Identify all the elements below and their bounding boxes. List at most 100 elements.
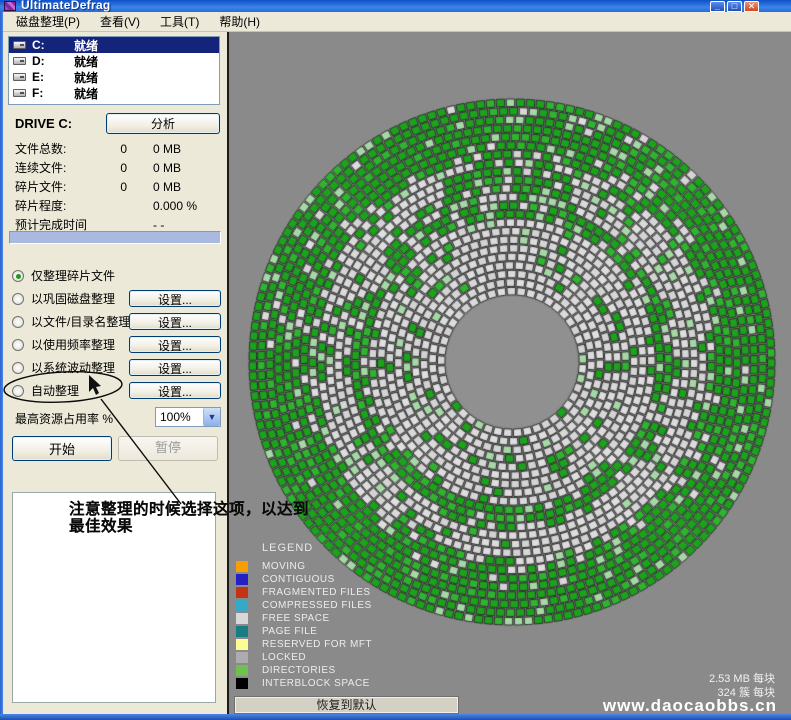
legend-label: LOCKED: [262, 652, 306, 663]
legend-swatch: [236, 626, 248, 637]
legend-row: MOVING: [236, 560, 456, 573]
menu-bar: 磁盘整理(P)查看(V)工具(T)帮助(H): [0, 12, 791, 32]
legend-swatch: [236, 574, 248, 585]
annotation-line2: 最佳效果: [69, 518, 369, 535]
drive-icon: [13, 57, 26, 65]
drive-status: 就绪: [74, 85, 98, 102]
chevron-down-icon[interactable]: ▼: [203, 408, 220, 426]
stat-row: 碎片程度:0.000 %: [15, 196, 221, 215]
legend-swatch: [236, 561, 248, 572]
legend-swatch: [236, 613, 248, 624]
settings-button-1[interactable]: 设置...: [129, 290, 221, 307]
drive-name: F:: [32, 86, 74, 100]
legend-label: DIRECTORIES: [262, 665, 336, 676]
restore-default-button[interactable]: 恢复到默认: [234, 696, 459, 714]
annotation-text: 注意整理的时候选择这项，以达到 最佳效果: [69, 501, 369, 535]
annotation-line1: 注意整理的时候选择这项，以达到: [69, 501, 369, 518]
method-row-1: 以巩固磁盘整理设置...: [9, 287, 223, 310]
drive-row-D[interactable]: D:就绪: [9, 53, 219, 69]
settings-button-4[interactable]: 设置...: [129, 359, 221, 376]
drive-icon: [13, 73, 26, 81]
menu-item-2[interactable]: 工具(T): [150, 11, 209, 33]
drive-name: E:: [32, 70, 74, 84]
watermark-text: www.daocaobbs.cn: [603, 696, 777, 716]
legend-label: MOVING: [262, 561, 306, 572]
method-row-4: 以系统波动整理设置...: [9, 356, 223, 379]
drive-row-F[interactable]: F:就绪: [9, 85, 219, 101]
drive-status: 就绪: [74, 37, 98, 54]
legend-row: RESERVED FOR MFT: [236, 638, 456, 651]
legend-row: INTERBLOCK SPACE: [236, 677, 456, 690]
drive-icon: [13, 89, 26, 97]
settings-button-3[interactable]: 设置...: [129, 336, 221, 353]
legend-swatch: [236, 600, 248, 611]
method-row-0: 仅整理碎片文件: [9, 264, 223, 287]
legend-row: DIRECTORIES: [236, 664, 456, 677]
drive-list[interactable]: C:就绪D:就绪E:就绪F:就绪: [8, 36, 220, 105]
legend-swatch: [236, 652, 248, 663]
settings-button-2[interactable]: 设置...: [129, 313, 221, 330]
method-row-3: 以使用频率整理设置...: [9, 333, 223, 356]
method-radio-4[interactable]: [12, 362, 24, 374]
legend-row: CONTIGUOUS: [236, 573, 456, 586]
minimize-button[interactable]: _: [710, 1, 725, 12]
method-label-0: 仅整理碎片文件: [31, 267, 115, 284]
menu-item-0[interactable]: 磁盘整理(P): [6, 11, 90, 33]
app-icon: [4, 1, 16, 11]
window-border-left: [0, 12, 3, 714]
defrag-method-group: 仅整理碎片文件以巩固磁盘整理设置...以文件/目录名整理设置...以使用频率整理…: [9, 264, 223, 402]
drive-icon: [13, 41, 26, 49]
menu-item-3[interactable]: 帮助(H): [209, 11, 270, 33]
method-label-4: 以系统波动整理: [31, 359, 115, 376]
resource-usage-select[interactable]: 100% ▼: [155, 407, 221, 427]
method-label-2: 以文件/目录名整理: [31, 313, 130, 330]
drive-status: 就绪: [74, 53, 98, 70]
legend-label: CONTIGUOUS: [262, 574, 335, 585]
window-border-bottom: [0, 714, 791, 720]
drive-heading: DRIVE C:: [15, 116, 72, 131]
legend-swatch: [236, 665, 248, 676]
settings-button-5[interactable]: 设置...: [129, 382, 221, 399]
legend-label: COMPRESSED FILES: [262, 600, 372, 611]
legend-label: RESERVED FOR MFT: [262, 639, 372, 650]
method-radio-2[interactable]: [12, 316, 24, 328]
maximize-button[interactable]: □: [727, 1, 742, 12]
analyze-button[interactable]: 分析: [106, 113, 220, 134]
legend-title: LEGEND: [262, 542, 456, 554]
stat-row: 碎片文件:00 MB: [15, 177, 221, 196]
control-panel: C:就绪D:就绪E:就绪F:就绪 DRIVE C: 分析 文件总数:00 MB连…: [3, 32, 227, 714]
stat-row: 文件总数:00 MB: [15, 139, 221, 158]
legend-label: FRAGMENTED FILES: [262, 587, 371, 598]
pause-button: 暂停: [118, 436, 218, 461]
legend-swatch: [236, 587, 248, 598]
legend-label: FREE SPACE: [262, 613, 330, 624]
stats-table: 文件总数:00 MB连续文件:00 MB碎片文件:00 MB碎片程度:0.000…: [15, 139, 221, 234]
method-radio-1[interactable]: [12, 293, 24, 305]
legend-swatch: [236, 639, 248, 650]
disk-map-panel: LEGEND MOVING CONTIGUOUS FRAGMENTED FILES C…: [229, 32, 791, 714]
progress-bar: [9, 231, 221, 244]
method-label-5: 自动整理: [31, 382, 79, 399]
legend: LEGEND MOVING CONTIGUOUS FRAGMENTED FILES C…: [236, 542, 456, 690]
drive-name: D:: [32, 54, 74, 68]
resource-usage-label: 最高资源占用率 %: [15, 410, 113, 427]
drive-row-C[interactable]: C:就绪: [9, 37, 219, 53]
method-row-5: 自动整理 设置...: [9, 379, 223, 402]
method-radio-3[interactable]: [12, 339, 24, 351]
legend-swatch: [236, 678, 248, 689]
method-label-3: 以使用频率整理: [31, 336, 115, 353]
legend-row: FRAGMENTED FILES: [236, 586, 456, 599]
drive-row-E[interactable]: E:就绪: [9, 69, 219, 85]
method-radio-0[interactable]: [12, 270, 24, 282]
legend-row: LOCKED: [236, 651, 456, 664]
start-button[interactable]: 开始: [12, 436, 112, 461]
close-button[interactable]: ✕: [744, 1, 759, 12]
legend-label: INTERBLOCK SPACE: [262, 678, 370, 689]
method-label-1: 以巩固磁盘整理: [31, 290, 115, 307]
legend-row: PAGE FILE: [236, 625, 456, 638]
method-row-2: 以文件/目录名整理设置...: [9, 310, 223, 333]
stat-row: 连续文件:00 MB: [15, 158, 221, 177]
menu-item-1[interactable]: 查看(V): [90, 11, 150, 33]
legend-row: COMPRESSED FILES: [236, 599, 456, 612]
method-radio-5[interactable]: [12, 385, 24, 397]
